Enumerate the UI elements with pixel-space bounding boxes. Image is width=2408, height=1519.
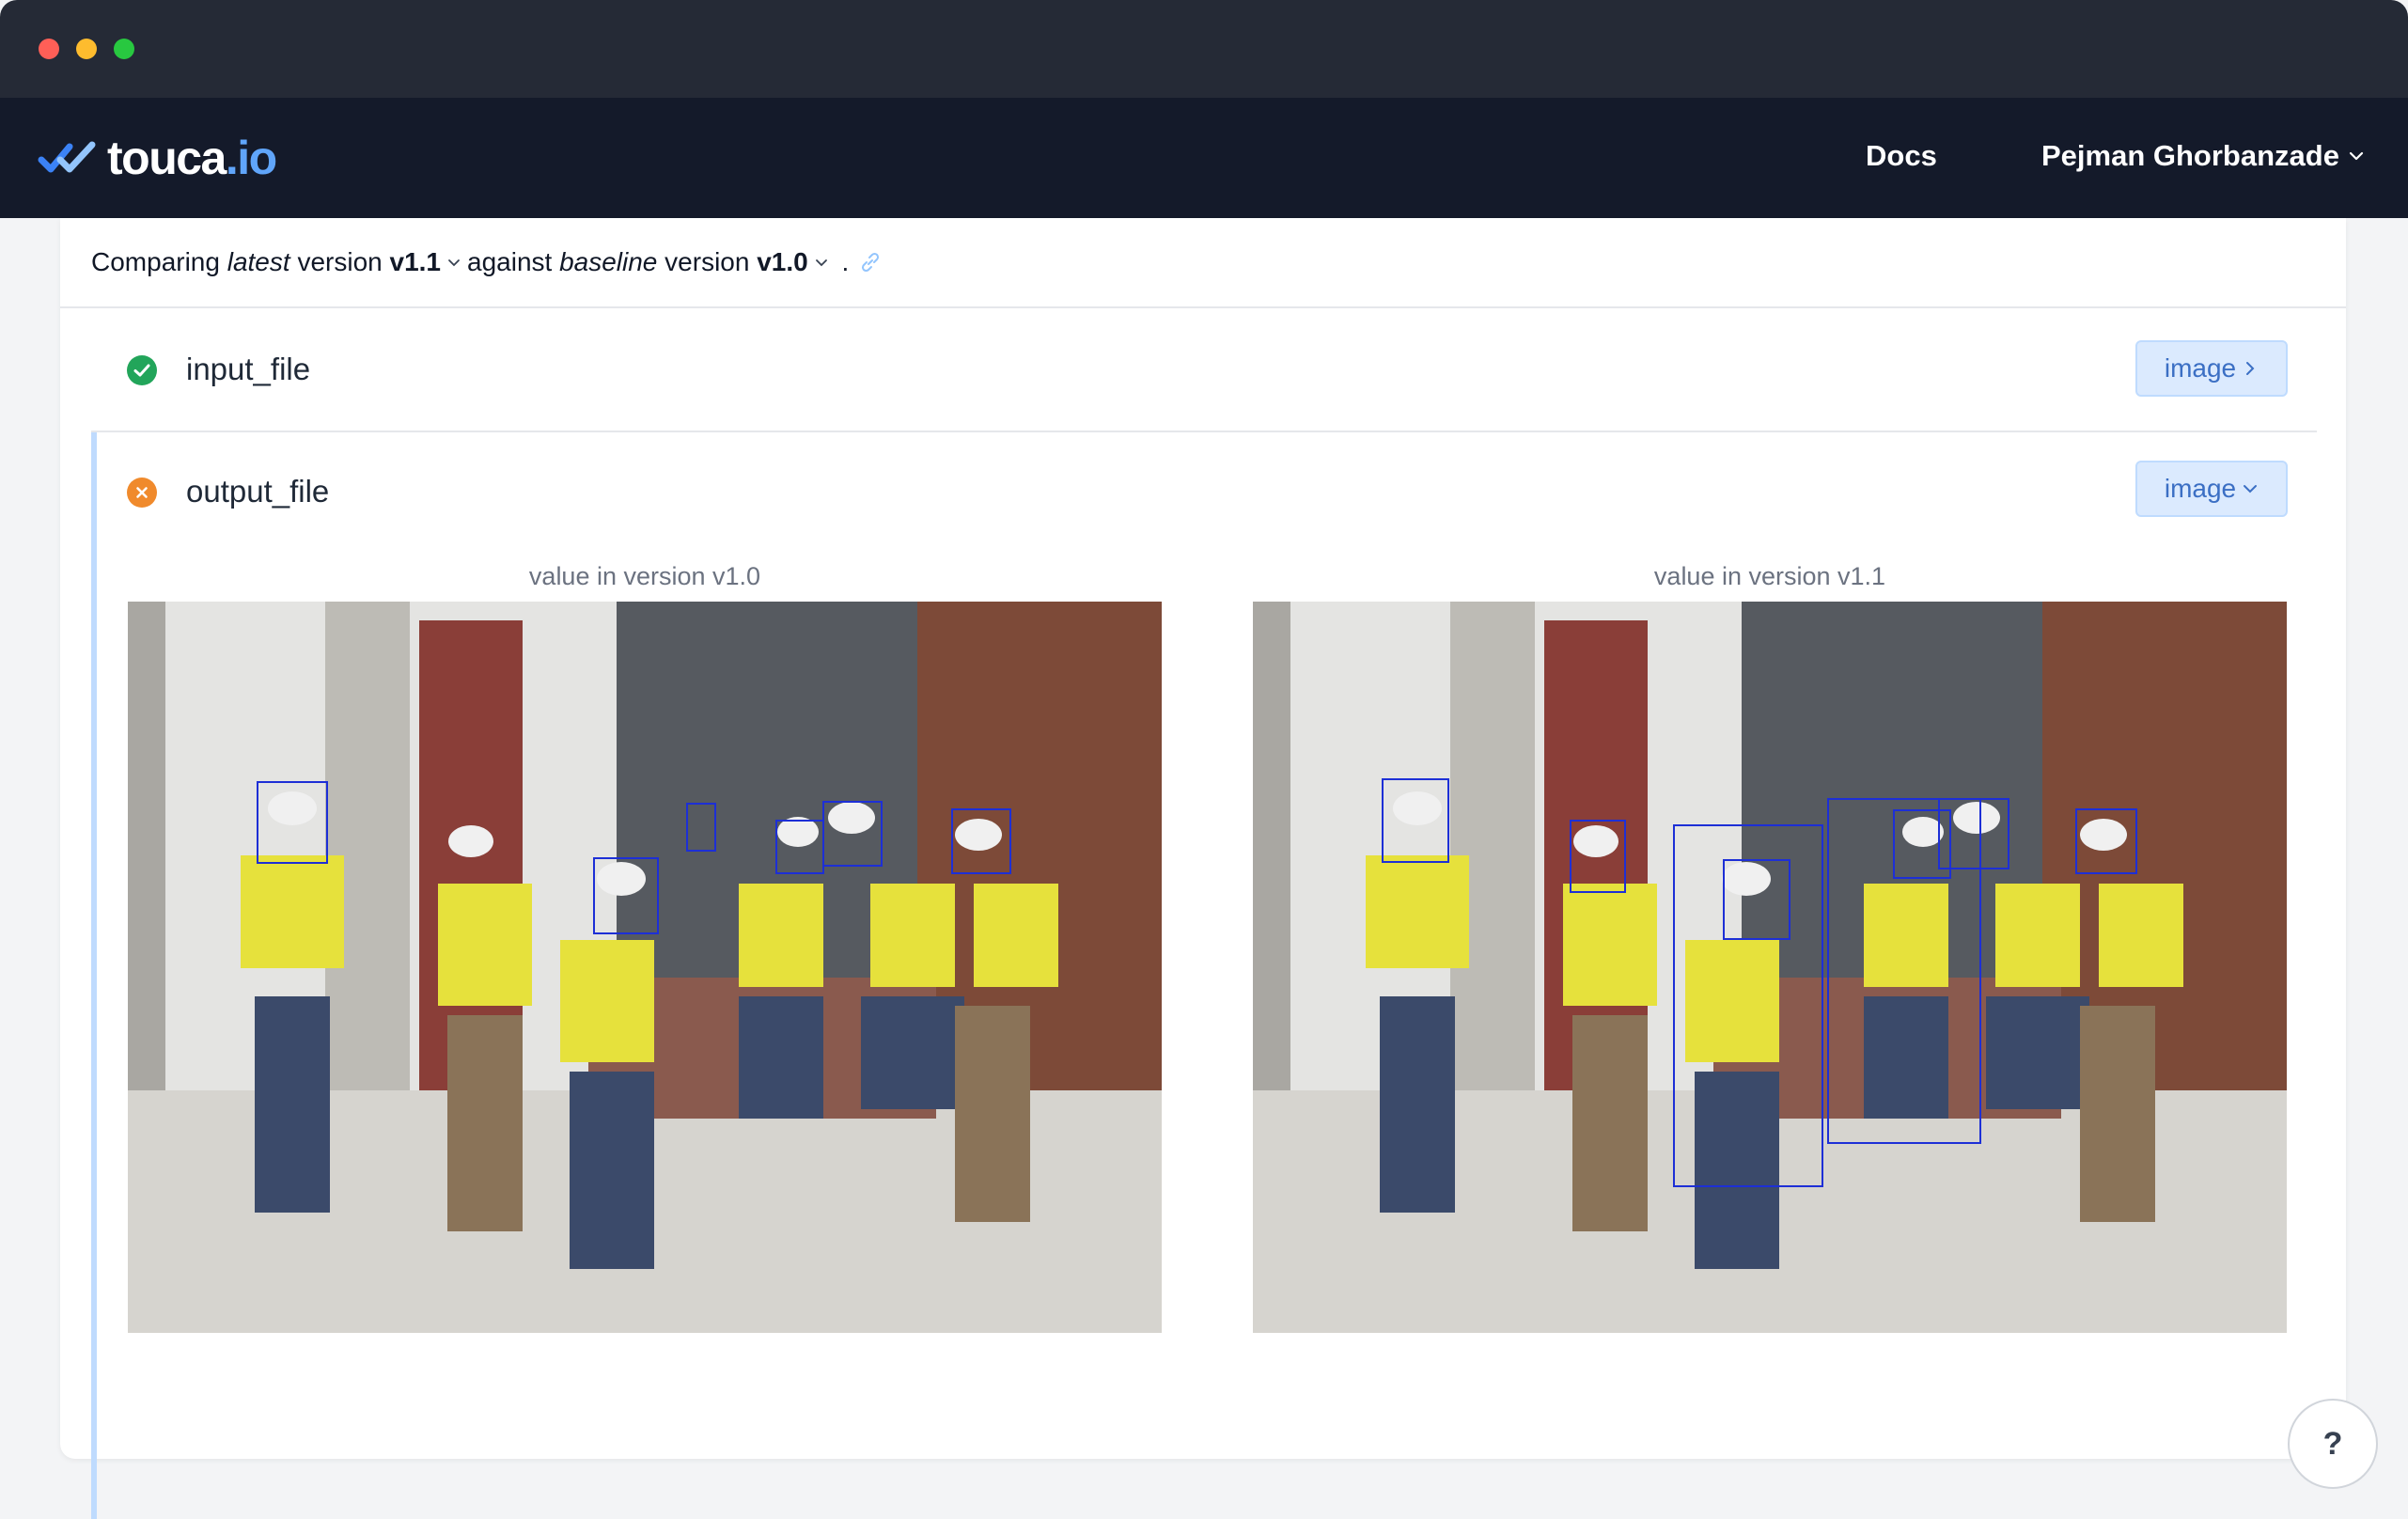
type-label: image [2164,474,2237,503]
latest-output-image [1253,602,2287,1333]
chevron-down-icon [448,259,460,267]
chevron-down-icon [2244,485,2258,493]
chevron-down-icon [2349,151,2364,161]
type-label: image [2164,353,2237,383]
sentence-period: . [841,247,850,276]
chevron-right-icon [2246,362,2255,375]
row-key-label: input_file [186,352,311,386]
row-key-label: output_file [186,474,330,509]
baseline-image-caption: value in version v1.0 [528,562,761,590]
user-menu[interactable]: Pejman Ghorbanzade [2041,139,2366,173]
latest-image-caption: value in version v1.1 [1653,562,1886,590]
against-word: against [467,247,553,276]
chevron-down-icon [815,259,827,267]
brand-name: touca.io [107,132,277,184]
result-row-output-file[interactable]: output_file image value in version v1.0 … [91,432,2317,1519]
baseline-version-select[interactable]: v1.0 [757,247,835,277]
app-window: touca.io Docs Pejman Ghorbanzade Compari… [0,0,2408,1519]
latest-word: latest [227,247,290,276]
comparison-card: Comparing latest version v1.1 against ba… [60,218,2346,1519]
baseline-output-image [128,602,1162,1333]
construction-workers-photo [128,602,1162,1333]
help-button[interactable]: ? [2288,1399,2378,1489]
baseline-version-value: v1.0 [757,247,808,276]
x-circle-icon [127,478,157,508]
version-word: version [665,247,750,276]
zoom-window-button[interactable] [114,39,134,59]
link-icon[interactable] [858,250,883,274]
check-circle-icon [127,355,157,385]
result-row-input-file[interactable]: input_file image [91,310,2317,432]
close-window-button[interactable] [39,39,59,59]
version-word: version [297,247,383,276]
latest-version-value: v1.1 [389,247,442,276]
brand-logo[interactable]: touca.io [38,132,277,184]
type-toggle-button[interactable]: image [2135,340,2288,397]
window-titlebar [0,0,2408,98]
latest-version-select[interactable]: v1.1 [390,247,468,277]
construction-workers-photo [1253,602,2287,1333]
top-navbar: touca.io Docs Pejman Ghorbanzade [0,98,2408,218]
baseline-word: baseline [559,247,658,276]
user-name: Pejman Ghorbanzade [2041,139,2339,172]
double-check-icon [38,141,96,173]
minimize-window-button[interactable] [76,39,97,59]
compare-prefix: Comparing [91,247,220,276]
docs-link[interactable]: Docs [1866,139,1937,173]
version-comparison-bar: Comparing latest version v1.1 against ba… [60,218,2346,308]
type-toggle-button[interactable]: image [2135,461,2288,517]
